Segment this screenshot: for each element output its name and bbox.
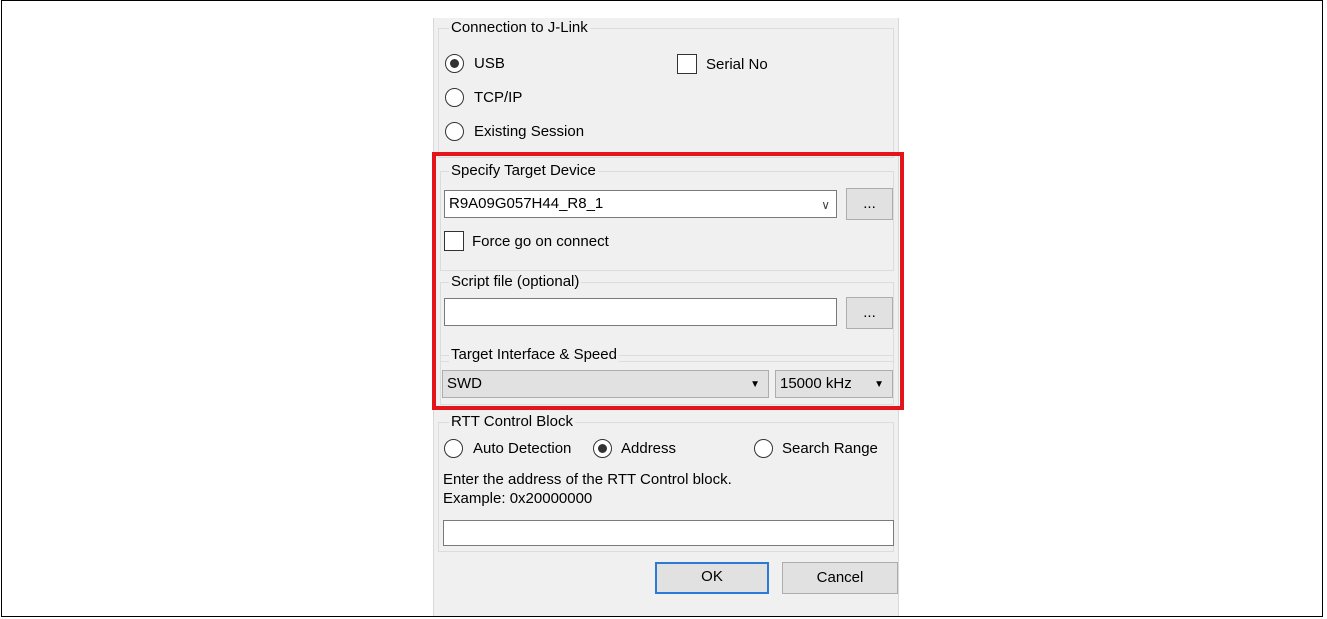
device-value: R9A09G057H44_R8_1: [449, 195, 604, 212]
rtt-hint-line1: Enter the address of the RTT Control blo…: [443, 471, 732, 488]
cancel-button[interactable]: Cancel: [782, 562, 898, 594]
search-range-label: Search Range: [782, 440, 878, 457]
force-go-label: Force go on connect: [472, 233, 609, 250]
device-browse-button[interactable]: ...: [846, 188, 893, 220]
address-label: Address: [621, 440, 677, 457]
dropdown-arrow-icon: ▼: [874, 379, 884, 390]
rtt-hint-line2: Example: 0x20000000: [443, 490, 593, 507]
speed-select[interactable]: 15000 kHz ▼: [775, 370, 893, 398]
existing-session-radio[interactable]: [445, 122, 464, 141]
address-radio[interactable]: [593, 439, 612, 458]
connection-legend: Connection to J-Link: [449, 19, 590, 37]
rtt-address-input[interactable]: [443, 520, 894, 546]
serial-no-checkbox[interactable]: [677, 54, 697, 74]
usb-label: USB: [474, 55, 505, 72]
serial-no-label: Serial No: [706, 56, 768, 73]
chevron-down-icon: ∨: [821, 198, 830, 212]
target-device-group: Specify Target Device: [440, 162, 894, 271]
existing-session-label: Existing Session: [474, 123, 585, 140]
interface-speed-legend: Target Interface & Speed: [449, 346, 619, 364]
dropdown-arrow-icon: ▼: [750, 379, 760, 390]
interface-select[interactable]: SWD ▼: [442, 370, 769, 398]
auto-detection-radio[interactable]: [444, 439, 463, 458]
tcpip-radio[interactable]: [445, 88, 464, 107]
interface-value: SWD: [447, 375, 482, 392]
device-combobox[interactable]: R9A09G057H44_R8_1 ∨: [444, 190, 837, 218]
target-device-legend: Specify Target Device: [449, 162, 598, 180]
auto-detection-label: Auto Detection: [473, 440, 572, 457]
rtt-legend: RTT Control Block: [449, 413, 575, 431]
script-file-legend: Script file (optional): [449, 273, 582, 291]
tcpip-label: TCP/IP: [474, 89, 523, 106]
ok-button[interactable]: OK: [655, 562, 769, 594]
search-range-radio[interactable]: [754, 439, 773, 458]
force-go-checkbox[interactable]: [444, 231, 464, 251]
speed-value: 15000 kHz: [780, 375, 852, 392]
script-browse-button[interactable]: ...: [846, 297, 893, 329]
jlink-config-dialog: Connection to J-Link USB Serial No TCP/I…: [433, 18, 899, 616]
usb-radio[interactable]: [445, 54, 464, 73]
script-file-input[interactable]: [444, 298, 837, 326]
